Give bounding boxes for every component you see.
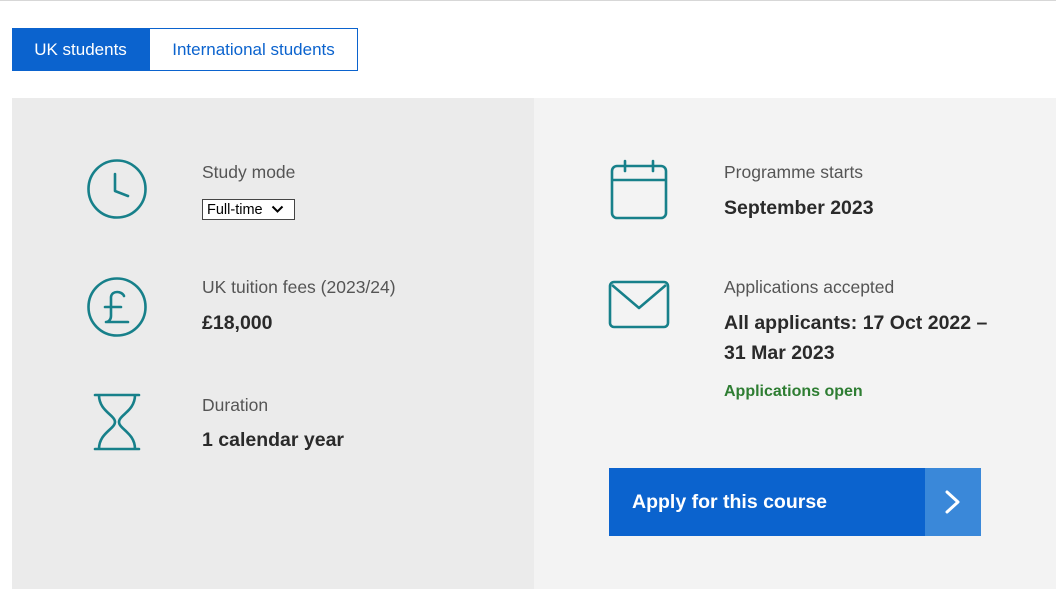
apply-button[interactable]: Apply for this course [609, 468, 981, 536]
applications-label: Applications accepted [724, 277, 895, 297]
programme-starts-label: Programme starts [724, 162, 864, 182]
fees-label: UK tuition fees (2023/24) [202, 277, 396, 297]
top-divider [0, 0, 1056, 1]
programme-starts-value: September 2023 [724, 197, 874, 219]
tab-uk-students[interactable]: UK students [12, 28, 149, 71]
chevron-down-icon [271, 202, 284, 218]
apply-button-label: Apply for this course [609, 468, 925, 536]
hourglass-icon [93, 393, 141, 451]
study-mode-select[interactable]: Full-time [202, 199, 295, 220]
applications-value-line1: All applicants: 17 Oct 2022 – [724, 312, 988, 334]
study-mode-label: Study mode [202, 162, 296, 182]
pound-icon [87, 277, 147, 337]
tab-international-students[interactable]: International students [149, 28, 358, 71]
envelope-icon [608, 280, 670, 329]
applications-status: Applications open [724, 383, 863, 400]
chevron-right-icon [925, 468, 981, 536]
fees-value: £18,000 [202, 312, 273, 334]
student-type-tabs: UK students International students [12, 28, 358, 71]
clock-icon [87, 159, 147, 219]
duration-label: Duration [202, 395, 269, 415]
study-mode-selected-value: Full-time [207, 201, 263, 218]
applications-value-line2: 31 Mar 2023 [724, 342, 835, 364]
calendar-icon [610, 159, 668, 220]
duration-value: 1 calendar year [202, 429, 345, 451]
